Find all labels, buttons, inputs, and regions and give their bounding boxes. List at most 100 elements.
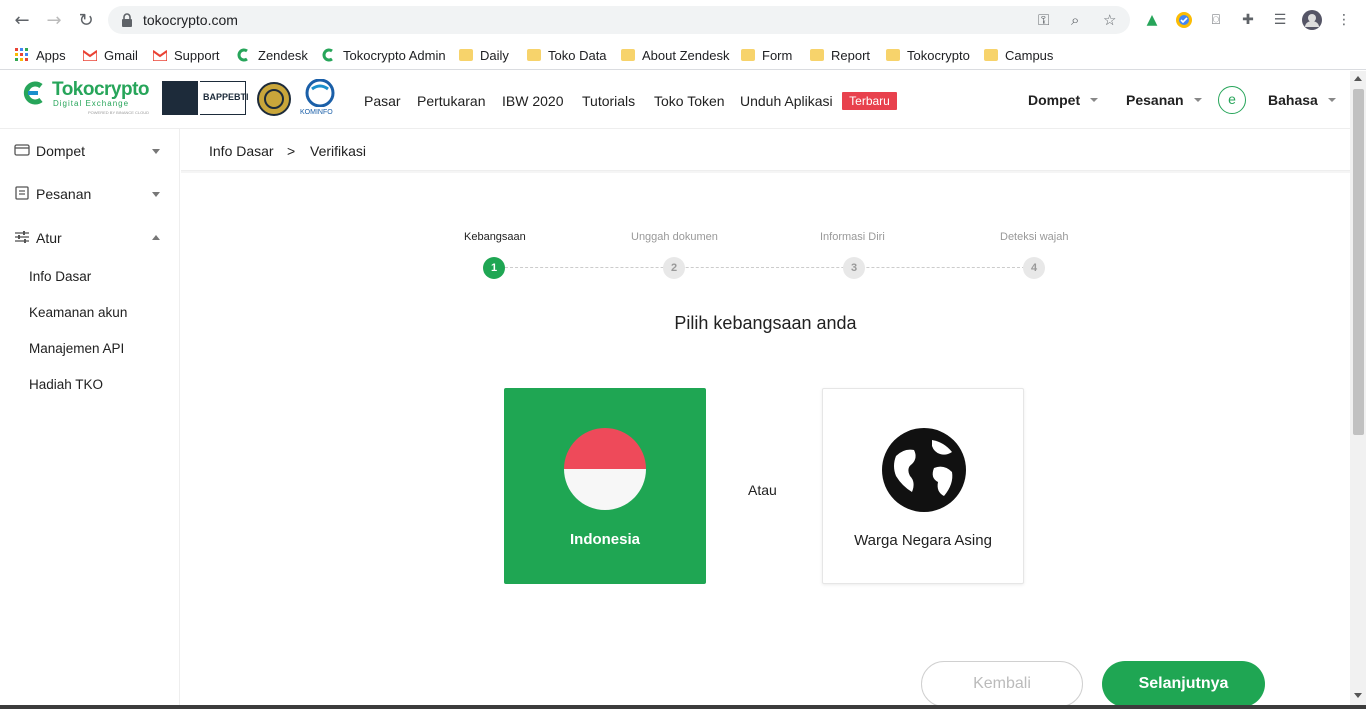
orders-dropdown[interactable]: Pesanan bbox=[1126, 92, 1202, 108]
breadcrumb-separator: > bbox=[287, 143, 296, 159]
bappebti-label: BAPPEBTI bbox=[203, 92, 249, 102]
media-queue-icon[interactable]: ☰ bbox=[1270, 10, 1290, 30]
folder-icon bbox=[983, 47, 999, 63]
bookmark-tokocrypto-admin[interactable]: Tokocrypto Admin bbox=[321, 44, 446, 66]
bookmark-report[interactable]: Report bbox=[809, 44, 870, 66]
bookmark-label: Campus bbox=[1005, 47, 1054, 63]
breadcrumb-current: Verifikasi bbox=[310, 143, 367, 159]
tokocrypto-logo-icon[interactable] bbox=[22, 80, 48, 106]
site-header: Tokocrypto Digital Exchange POWERED BY B… bbox=[0, 71, 1350, 129]
scroll-down-arrow-icon[interactable] bbox=[1354, 693, 1362, 698]
nav-unduh-aplikasi[interactable]: Unduh Aplikasi bbox=[740, 93, 833, 109]
bookmark-label: About Zendesk bbox=[642, 47, 730, 63]
extension-circle-icon[interactable] bbox=[1174, 10, 1194, 30]
folder-icon bbox=[526, 47, 542, 63]
kominfo-label: KOMINFO bbox=[300, 109, 333, 116]
next-button[interactable]: Selanjutnya bbox=[1102, 661, 1265, 707]
nav-ibw-2020[interactable]: IBW 2020 bbox=[502, 93, 563, 109]
address-bar[interactable]: tokocrypto.com ⚿ ⌕ ☆ bbox=[108, 6, 1130, 34]
regulator-emblem-icon bbox=[162, 81, 198, 115]
folder-icon bbox=[809, 47, 825, 63]
bappebti-badge: BAPPEBTI bbox=[162, 81, 249, 115]
language-dropdown[interactable]: Bahasa bbox=[1268, 92, 1336, 108]
page-heading: Pilih kebangsaan anda bbox=[674, 313, 857, 333]
sidebar-subitem-manajemen-api[interactable]: Manajemen API bbox=[29, 341, 124, 356]
bookmarks-bar: Apps Gmail Support Zendesk Tokocrypto Ad… bbox=[0, 40, 1366, 70]
extension-green-icon[interactable]: ▲ bbox=[1142, 10, 1162, 30]
bookmark-label: Form bbox=[762, 47, 793, 63]
sidebar-subitem-keamanan-akun[interactable]: Keamanan akun bbox=[29, 305, 127, 320]
wallet-icon bbox=[14, 144, 30, 156]
sidebar-item-pesanan[interactable]: Pesanan bbox=[0, 174, 180, 214]
folder-icon bbox=[885, 47, 901, 63]
back-arrow-icon[interactable]: ← bbox=[10, 8, 34, 32]
nav-toko-token[interactable]: Toko Token bbox=[654, 93, 725, 109]
sidebar-subitem-info-dasar[interactable]: Info Dasar bbox=[29, 269, 91, 284]
sidebar: Dompet Pesanan Atur Info Dasar Keamanan … bbox=[0, 129, 180, 709]
bookmark-form[interactable]: Form bbox=[740, 44, 792, 66]
step-label-unggah-dokumen: Unggah dokumen bbox=[631, 231, 718, 243]
option-indonesia[interactable]: Indonesia bbox=[504, 388, 706, 584]
chevron-down-icon bbox=[152, 149, 160, 154]
nav-pasar[interactable]: Pasar bbox=[364, 93, 401, 109]
sidebar-subitem-hadiah-tko[interactable]: Hadiah TKO bbox=[29, 377, 103, 392]
user-avatar[interactable]: e bbox=[1218, 86, 1246, 114]
bookmark-gmail[interactable]: Gmail bbox=[82, 44, 138, 66]
nav-pertukaran[interactable]: Pertukaran bbox=[417, 93, 485, 109]
sidebar-item-label: Atur bbox=[36, 230, 62, 246]
camera-icon[interactable]: ⌼ bbox=[1206, 10, 1226, 30]
bookmark-tokocrypto[interactable]: Tokocrypto bbox=[885, 44, 970, 66]
bookmark-label: Tokocrypto Admin bbox=[343, 47, 446, 63]
brand-name[interactable]: Tokocrypto bbox=[52, 79, 150, 101]
gold-seal-icon bbox=[257, 82, 291, 116]
apps-grid-icon bbox=[14, 47, 30, 63]
bookmark-support[interactable]: Support bbox=[152, 44, 220, 66]
forward-arrow-icon[interactable]: → bbox=[42, 8, 66, 32]
nav-tutorials[interactable]: Tutorials bbox=[582, 93, 635, 109]
sidebar-item-dompet[interactable]: Dompet bbox=[0, 131, 180, 171]
chevron-up-icon bbox=[152, 235, 160, 240]
indonesia-flag-icon bbox=[564, 428, 646, 510]
url-text: tokocrypto.com bbox=[143, 12, 238, 28]
back-button[interactable]: Kembali bbox=[921, 661, 1083, 707]
bookmark-apps[interactable]: Apps bbox=[14, 44, 66, 66]
gmail-icon bbox=[82, 47, 98, 63]
kominfo-logo-icon bbox=[305, 79, 335, 107]
gmail-icon bbox=[152, 47, 168, 63]
bookmark-label: Zendesk bbox=[258, 47, 308, 63]
extensions-puzzle-icon[interactable]: ✚ bbox=[1238, 10, 1258, 30]
key-icon[interactable]: ⚿ bbox=[1038, 11, 1049, 29]
tokocrypto-icon bbox=[321, 47, 337, 63]
breadcrumb: Info Dasar > Verifikasi bbox=[181, 129, 1350, 171]
bookmark-toko-data[interactable]: Toko Data bbox=[526, 44, 607, 66]
bookmark-label: Support bbox=[174, 47, 220, 63]
menu-kebab-icon[interactable]: ⋮ bbox=[1334, 10, 1354, 30]
bookmark-campus[interactable]: Campus bbox=[983, 44, 1053, 66]
zoom-icon[interactable]: ⌕ bbox=[1071, 11, 1079, 29]
or-separator: Atau bbox=[748, 482, 777, 498]
sidebar-item-label: Dompet bbox=[36, 143, 86, 159]
sidebar-item-label: Pesanan bbox=[36, 186, 92, 202]
bookmark-about-zendesk[interactable]: About Zendesk bbox=[620, 44, 729, 66]
bookmark-daily[interactable]: Daily bbox=[458, 44, 509, 66]
breadcrumb-parent[interactable]: Info Dasar bbox=[209, 143, 274, 159]
reload-icon[interactable]: ↻ bbox=[74, 8, 98, 32]
scroll-up-arrow-icon[interactable] bbox=[1354, 76, 1362, 81]
scroll-thumb[interactable] bbox=[1353, 89, 1364, 435]
profile-avatar-icon[interactable] bbox=[1302, 10, 1322, 30]
folder-icon bbox=[620, 47, 636, 63]
wallet-dropdown[interactable]: Dompet bbox=[1028, 92, 1099, 108]
language-dropdown-label: Bahasa bbox=[1268, 92, 1318, 108]
page-scrollbar[interactable] bbox=[1350, 71, 1366, 709]
step-dot-1: 1 bbox=[483, 257, 505, 279]
browser-toolbar: ← → ↻ tokocrypto.com ⚿ ⌕ ☆ ▲ ⌼ ✚ ☰ ⋮ bbox=[0, 0, 1366, 40]
step-dot-2: 2 bbox=[663, 257, 685, 279]
brand-subtitle: Digital Exchange bbox=[53, 99, 130, 108]
step-dot-3: 3 bbox=[843, 257, 865, 279]
bookmark-label: Report bbox=[831, 47, 871, 63]
option-foreign-citizen[interactable]: Warga Negara Asing bbox=[822, 388, 1024, 584]
star-icon[interactable]: ☆ bbox=[1103, 11, 1116, 29]
chevron-down-icon bbox=[152, 192, 160, 197]
bookmark-zendesk[interactable]: Zendesk bbox=[236, 44, 308, 66]
sidebar-item-atur[interactable]: Atur bbox=[0, 218, 180, 258]
